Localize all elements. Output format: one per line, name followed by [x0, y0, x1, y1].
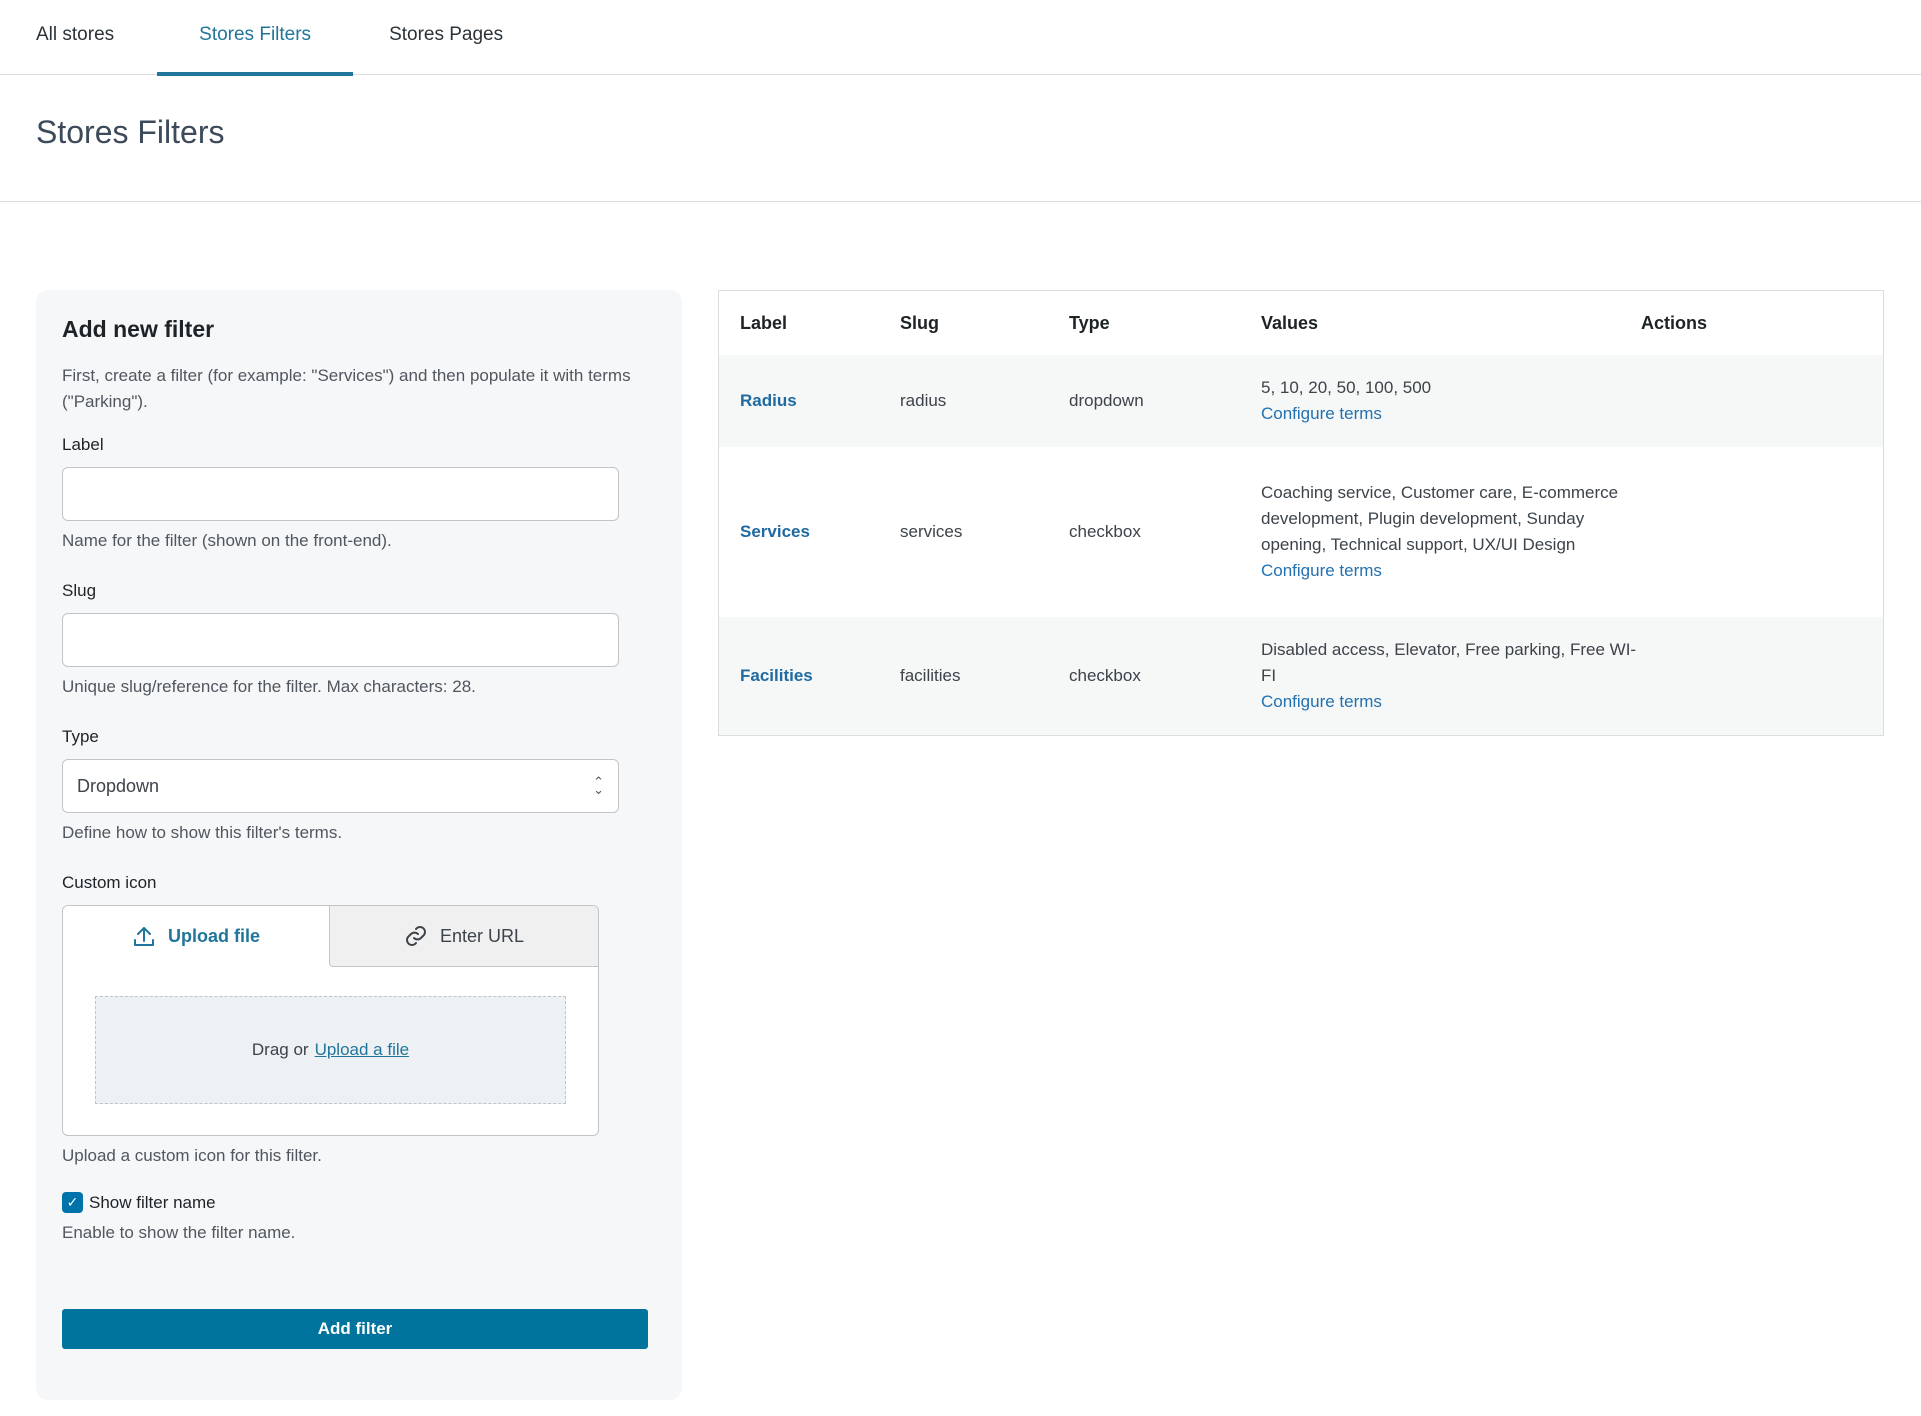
row-label-link[interactable]: Services: [719, 522, 900, 542]
col-type-header: Type: [1069, 312, 1110, 333]
slug-field-label: Slug: [62, 581, 97, 600]
upload-file-tab-label: Upload file: [167, 926, 260, 946]
row-type: dropdown: [1069, 391, 1144, 410]
table-row: Services services checkbox Coaching serv…: [719, 447, 1883, 617]
type-help: Define how to show this filter's terms.: [62, 823, 343, 842]
row-type: checkbox: [1069, 522, 1141, 541]
row-values: Disabled access, Elevator, Free parking,…: [1261, 637, 1641, 715]
row-slug: services: [900, 522, 963, 541]
row-values: Coaching service, Customer care, E-comme…: [1261, 480, 1641, 584]
label-field-label: Label: [62, 435, 104, 454]
type-select[interactable]: Dropdown ⌃ ⌄: [62, 759, 619, 813]
icon-help: Upload a custom icon for this filter.: [62, 1146, 322, 1165]
table-row: Facilities facilities checkbox Disabled …: [719, 617, 1883, 735]
tab-stores-pages[interactable]: Stores Pages: [353, 0, 539, 74]
page-header: Stores Filters: [0, 75, 1921, 202]
col-label-header: Label: [740, 312, 788, 333]
configure-terms-link[interactable]: Configure terms: [1261, 558, 1641, 584]
type-field-label: Type: [62, 727, 99, 746]
add-filter-panel: Add new filter First, create a filter (f…: [36, 290, 682, 1400]
row-label-link[interactable]: Facilities: [719, 666, 900, 686]
show-name-checkbox[interactable]: ✓: [62, 1192, 83, 1213]
enter-url-tab[interactable]: Enter URL: [329, 906, 598, 967]
tab-stores-filters[interactable]: Stores Filters: [157, 0, 353, 76]
col-values-header: Values: [1261, 313, 1319, 333]
tab-bar: All stores Stores Filters Stores Pages: [0, 0, 1921, 76]
label-input[interactable]: [62, 467, 619, 521]
add-filter-button[interactable]: Add filter: [62, 1309, 648, 1349]
icon-dropzone[interactable]: Drag or Upload a file: [95, 996, 566, 1104]
configure-terms-link[interactable]: Configure terms: [1261, 401, 1641, 427]
row-values-text: Disabled access, Elevator, Free parking,…: [1261, 640, 1637, 685]
row-slug: facilities: [900, 666, 961, 685]
row-values-text: Coaching service, Customer care, E-comme…: [1261, 483, 1619, 554]
row-values-text: 5, 10, 20, 50, 100, 500: [1261, 378, 1432, 397]
label-help: Name for the filter (shown on the front-…: [62, 531, 392, 550]
col-actions-header: Actions: [1641, 312, 1708, 333]
form-title: Add new filter: [62, 316, 215, 342]
table-row: Radius radius dropdown 5, 10, 20, 50, 10…: [719, 355, 1883, 447]
filters-table: Label Slug Type Values Actions Radius ra…: [718, 290, 1884, 736]
row-label-link[interactable]: Radius: [719, 391, 900, 411]
configure-terms-link[interactable]: Configure terms: [1261, 689, 1641, 715]
upload-icon: [133, 926, 154, 946]
slug-input[interactable]: [62, 613, 619, 667]
type-select-value: Dropdown: [77, 775, 160, 796]
icon-field-label: Custom icon: [62, 873, 157, 892]
link-icon: [405, 926, 426, 946]
slug-help: Unique slug/reference for the filter. Ma…: [62, 677, 476, 696]
enter-url-tab-label: Enter URL: [439, 925, 525, 946]
col-slug-header: Slug: [900, 312, 939, 333]
show-name-label[interactable]: Show filter name: [89, 1193, 216, 1213]
table-header: Label Slug Type Values Actions: [719, 291, 1883, 355]
row-values: 5, 10, 20, 50, 100, 500 Configure terms: [1261, 375, 1641, 427]
upload-file-link[interactable]: Upload a file: [315, 1040, 410, 1060]
show-name-help: Enable to show the filter name.: [62, 1223, 296, 1242]
form-description: First, create a filter (for example: "Se…: [62, 366, 631, 411]
show-name-row: ✓ Show filter name: [62, 1192, 656, 1213]
row-slug: radius: [900, 391, 947, 410]
page-title: Stores Filters: [36, 113, 225, 150]
tab-all-stores[interactable]: All stores: [0, 0, 157, 74]
row-type: checkbox: [1069, 666, 1141, 685]
drag-text: Drag or: [251, 1040, 309, 1059]
custom-icon-box: Upload file Enter URL Drag or Upload a f…: [62, 905, 599, 1136]
upload-file-tab[interactable]: Upload file: [63, 906, 329, 967]
select-arrows-icon: ⌃ ⌄: [593, 774, 604, 797]
